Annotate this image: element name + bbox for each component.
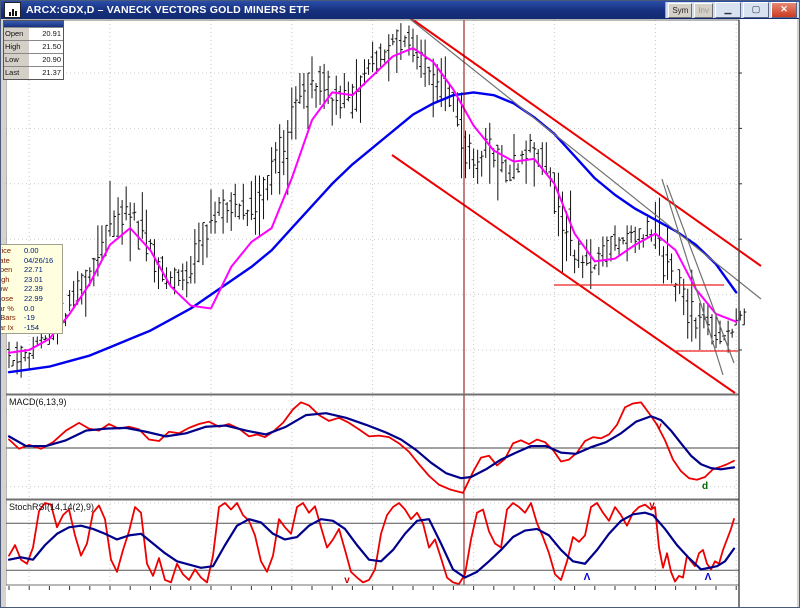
tooltip-row: High23.01 bbox=[0, 275, 62, 285]
quote-box: Open20.91 High21.50 Low20.90 Last21.37 bbox=[3, 20, 64, 80]
signal-annotation-Λ: Λ bbox=[705, 573, 712, 583]
quote-row-high: High21.50 bbox=[4, 40, 63, 53]
quote-row-last: Last21.37 bbox=[4, 66, 63, 79]
signal-annotation-v: v bbox=[344, 576, 350, 586]
sym-button[interactable]: Sym bbox=[668, 3, 692, 18]
chart-background bbox=[1, 20, 800, 608]
quote-row-low: Low20.90 bbox=[4, 53, 63, 66]
title-bar[interactable]: ARCX:GDX,D – VANECK VECTORS GOLD MINERS … bbox=[1, 1, 800, 19]
tooltip-row: # Bars-19 bbox=[0, 313, 62, 323]
chart-canvas[interactable] bbox=[1, 1, 800, 608]
tooltip-row: Price0.00 bbox=[0, 246, 62, 256]
minimize-button[interactable]: ▁ bbox=[715, 2, 741, 18]
close-button[interactable]: ✕ bbox=[771, 2, 797, 18]
tooltip-row: Date04/26/16 bbox=[0, 256, 62, 266]
maximize-button[interactable]: ▢ bbox=[743, 2, 769, 18]
macd-panel-title: MACD(6,13,9) bbox=[9, 397, 67, 407]
tooltip-row: Open22.71 bbox=[0, 265, 62, 275]
signal-annotation-v: v bbox=[649, 501, 655, 511]
signal-annotation-Λ: Λ bbox=[584, 573, 591, 583]
tooltip-row: Var %0.0 bbox=[0, 304, 62, 314]
signal-annotation-v: v bbox=[656, 422, 662, 432]
stochrsi-panel-title: StochRSI(14,14(2),9) bbox=[9, 502, 94, 512]
quote-row-open: Open20.91 bbox=[4, 27, 63, 40]
tooltip-row: Close22.99 bbox=[0, 294, 62, 304]
inv-button[interactable]: Inv bbox=[694, 3, 713, 18]
app-chart-icon bbox=[4, 2, 21, 18]
window-title: ARCX:GDX,D – VANECK VECTORS GOLD MINERS … bbox=[26, 4, 310, 16]
tooltip-row: Bar Ix-154 bbox=[0, 323, 62, 333]
signal-annotation-d: d bbox=[702, 482, 708, 492]
tooltip-row: Low22.39 bbox=[0, 284, 62, 294]
crosshair-data-tooltip: Price0.00Date04/26/16Open22.71High23.01L… bbox=[0, 244, 63, 334]
chart-window: ARCX:GDX,D – VANECK VECTORS GOLD MINERS … bbox=[0, 0, 800, 608]
titlebar-controls: Sym Inv ▁ ▢ ✕ bbox=[665, 2, 799, 18]
